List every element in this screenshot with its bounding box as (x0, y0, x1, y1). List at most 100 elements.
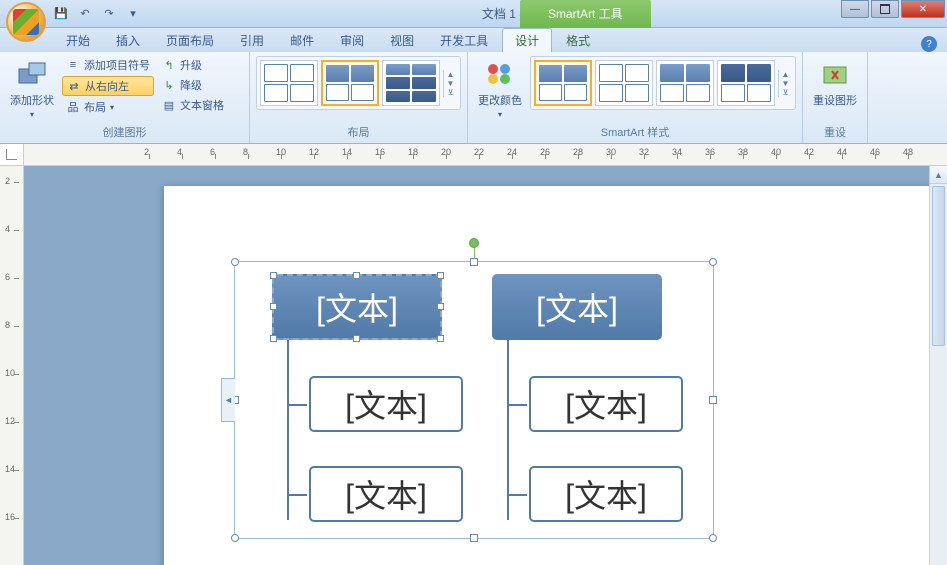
node-handle[interactable] (437, 335, 444, 342)
styles-down-icon[interactable]: ▼ (779, 79, 792, 88)
group-label-reset: 重设 (809, 122, 861, 143)
demote-button[interactable]: ↳降级 (158, 76, 228, 94)
connector-line (287, 494, 307, 496)
node-handle[interactable] (437, 272, 444, 279)
text-pane-toggle[interactable] (221, 378, 235, 422)
connector-line (507, 494, 527, 496)
connector-line (287, 404, 307, 406)
promote-icon: ↰ (162, 58, 176, 72)
quick-access-toolbar: 💾 ↶ ↷ ▾ (52, 5, 142, 23)
group-create-graphic: 添加形状 ▾ ≡添加项目符号 ⇄从右向左 品布局 ▾ ↰升级 ↳降级 ▤文本窗格… (0, 52, 250, 143)
gallery-up-icon[interactable]: ▲ (444, 70, 457, 79)
smartart-node-sub-2a[interactable]: [文本] (529, 376, 683, 432)
smartart-node-sub-1b[interactable]: [文本] (309, 466, 463, 522)
close-button[interactable]: ✕ (901, 0, 945, 18)
tab-mailings[interactable]: 邮件 (278, 29, 326, 52)
gallery-down-icon[interactable]: ▼ (444, 79, 457, 88)
office-button[interactable] (6, 2, 46, 42)
connector-line (507, 340, 509, 520)
scroll-thumb[interactable] (932, 186, 945, 346)
resize-handle-bm[interactable] (470, 534, 478, 542)
text-pane-button[interactable]: ▤文本窗格 (158, 96, 228, 114)
group-label-create: 创建图形 (6, 122, 243, 143)
smartart-node-sub-1a[interactable]: [文本] (309, 376, 463, 432)
node-handle[interactable] (270, 335, 277, 342)
tab-developer[interactable]: 开发工具 (428, 29, 500, 52)
styles-more-icon[interactable]: ⊻ (779, 88, 792, 97)
tab-design[interactable]: 设计 (502, 28, 552, 52)
add-bullet-button[interactable]: ≡添加项目符号 (62, 56, 154, 74)
add-shape-icon (16, 58, 48, 90)
help-icon[interactable]: ? (921, 36, 937, 52)
minimize-button[interactable]: — (841, 0, 869, 18)
undo-icon[interactable]: ↶ (76, 5, 94, 23)
save-icon[interactable]: 💾 (52, 5, 70, 23)
vertical-scrollbar: ▲ (929, 166, 947, 565)
resize-handle-tr[interactable] (709, 258, 717, 266)
styles-up-icon[interactable]: ▲ (779, 70, 792, 79)
style-option-1[interactable] (534, 60, 592, 106)
group-label-styles: SmartArt 样式 (474, 122, 796, 143)
resize-handle-br[interactable] (709, 534, 717, 542)
ruler-corner[interactable] (0, 144, 24, 165)
style-option-2[interactable] (595, 60, 653, 106)
qat-dropdown-icon[interactable]: ▾ (124, 5, 142, 23)
tab-insert[interactable]: 插入 (104, 29, 152, 52)
change-colors-icon (484, 58, 516, 90)
tab-home[interactable]: 开始 (54, 29, 102, 52)
ribbon-tabs: 开始 插入 页面布局 引用 邮件 审阅 视图 开发工具 设计 格式 ? (0, 28, 947, 52)
styles-gallery: ▲ ▼ ⊻ (530, 56, 796, 110)
redo-icon[interactable]: ↷ (100, 5, 118, 23)
smartart-node-sub-2b[interactable]: [文本] (529, 466, 683, 522)
reset-graphic-button[interactable]: 重设图形 (809, 56, 861, 110)
node-handle[interactable] (270, 272, 277, 279)
style-option-4[interactable] (717, 60, 775, 106)
add-shape-button[interactable]: 添加形状 ▾ (6, 56, 58, 121)
tab-view[interactable]: 视图 (378, 29, 426, 52)
maximize-button[interactable] (871, 0, 899, 18)
rtl-button[interactable]: ⇄从右向左 (62, 76, 154, 96)
rotate-handle[interactable] (469, 238, 479, 248)
document-area: 246810121416 (0, 166, 947, 565)
styles-spinner: ▲ ▼ ⊻ (778, 70, 792, 97)
tab-page-layout[interactable]: 页面布局 (154, 29, 226, 52)
reset-icon (819, 58, 851, 90)
horizontal-ruler[interactable]: 2468101214161820222426283032343638404244… (24, 144, 947, 165)
vertical-ruler[interactable]: 246810121416 (0, 166, 24, 565)
ruler-row: 2468101214161820222426283032343638404244… (0, 144, 947, 166)
change-colors-button[interactable]: 更改颜色 ▾ (474, 56, 526, 121)
window-controls: — ✕ (841, 0, 947, 18)
smartart-node-top-1[interactable]: [文本] (272, 274, 442, 340)
tab-review[interactable]: 审阅 (328, 29, 376, 52)
rtl-icon: ⇄ (67, 79, 81, 93)
tab-references[interactable]: 引用 (228, 29, 276, 52)
scroll-up-button[interactable]: ▲ (930, 166, 947, 184)
layout-option-1[interactable] (260, 60, 318, 106)
gallery-more-icon[interactable]: ⊻ (444, 88, 457, 97)
ribbon: 添加形状 ▾ ≡添加项目符号 ⇄从右向左 品布局 ▾ ↰升级 ↳降级 ▤文本窗格… (0, 52, 947, 144)
smartart-node-top-2[interactable]: [文本] (492, 274, 662, 340)
rotate-stem (474, 248, 475, 258)
layout-option-2[interactable] (321, 60, 379, 106)
node-handle[interactable] (270, 303, 277, 310)
tab-format[interactable]: 格式 (554, 29, 602, 52)
page[interactable]: [文本] [文本] [文本] [文本] [文本] (164, 186, 934, 565)
node-handle[interactable] (353, 335, 360, 342)
resize-handle-bl[interactable] (231, 534, 239, 542)
layout-button[interactable]: 品布局 ▾ (62, 98, 154, 116)
resize-handle-tm[interactable] (470, 258, 478, 266)
bullet-icon: ≡ (66, 58, 80, 72)
gallery-spinner: ▲ ▼ ⊻ (443, 70, 457, 97)
text-pane-icon: ▤ (162, 98, 176, 112)
demote-icon: ↳ (162, 78, 176, 92)
promote-button[interactable]: ↰升级 (158, 56, 228, 74)
group-styles: 更改颜色 ▾ ▲ ▼ ⊻ SmartArt 样式 (468, 52, 803, 143)
resize-handle-rm[interactable] (709, 396, 717, 404)
node-handle[interactable] (437, 303, 444, 310)
layout-option-3[interactable] (382, 60, 440, 106)
dropdown-icon: ▾ (30, 110, 34, 119)
node-handle[interactable] (353, 272, 360, 279)
smartart-frame[interactable]: [文本] [文本] [文本] [文本] [文本] (234, 261, 714, 539)
resize-handle-tl[interactable] (231, 258, 239, 266)
style-option-3[interactable] (656, 60, 714, 106)
